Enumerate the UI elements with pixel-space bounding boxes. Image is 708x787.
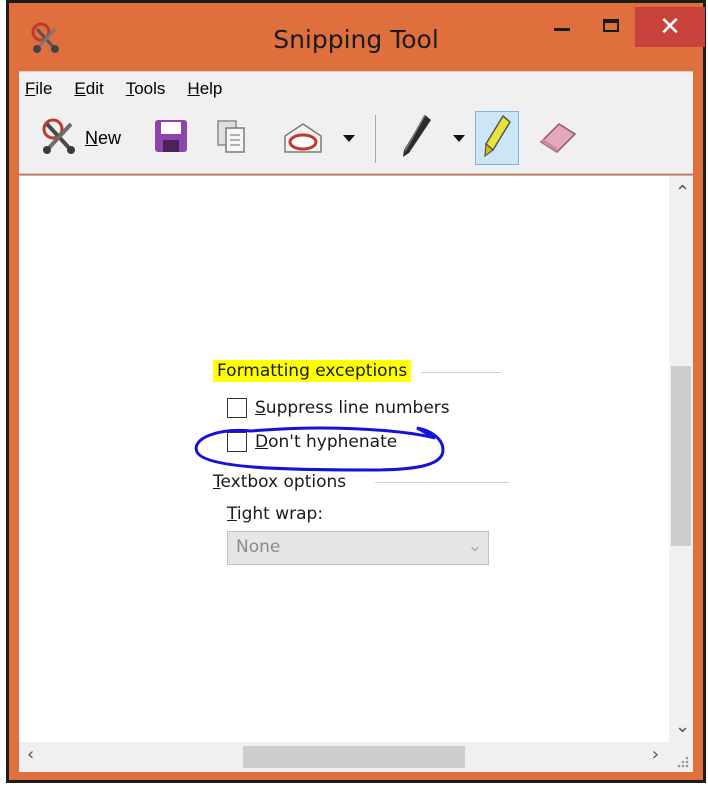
snip-canvas: Formatting exceptions Suppress line numb…: [19, 175, 693, 772]
horizontal-scroll-thumb[interactable]: [243, 746, 465, 768]
copy-icon: [215, 118, 247, 158]
toolbar-separator: [375, 115, 376, 163]
minimize-button[interactable]: [537, 3, 587, 47]
eraser-button[interactable]: [537, 111, 579, 165]
highlighter-icon: [482, 114, 512, 162]
snipping-tool-window: Snipping Tool ✕ File Edit Tools Help New…: [6, 0, 706, 783]
menu-tools[interactable]: Tools: [126, 79, 166, 99]
resize-grip-icon[interactable]: [669, 742, 693, 772]
copy-button[interactable]: [215, 111, 247, 165]
chevron-down-icon: [343, 134, 355, 142]
pen-button[interactable]: [399, 111, 433, 165]
send-snip-button[interactable]: [281, 111, 325, 165]
title-bar[interactable]: Snipping Tool ✕: [9, 3, 705, 69]
vertical-scroll-thumb[interactable]: [671, 366, 691, 546]
send-email-icon: [281, 116, 325, 160]
scroll-right-icon[interactable]: ›: [652, 744, 659, 765]
menu-file[interactable]: File: [25, 79, 52, 99]
toolbar: New: [19, 105, 693, 174]
chevron-down-icon: [453, 134, 465, 142]
close-icon: ✕: [659, 12, 681, 42]
pen-icon: [399, 113, 433, 163]
highlighter-button[interactable]: [475, 111, 519, 165]
scissors-icon: [39, 116, 79, 160]
minimize-icon: [554, 27, 570, 31]
horizontal-scrollbar[interactable]: ‹ ›: [19, 742, 669, 772]
send-snip-dropdown[interactable]: [343, 111, 355, 165]
pen-annotation-circle: [194, 426, 445, 472]
scroll-left-icon[interactable]: ‹: [27, 744, 34, 765]
new-label: New: [85, 127, 122, 148]
scroll-down-icon[interactable]: ⌄: [675, 716, 690, 737]
close-button[interactable]: ✕: [635, 7, 705, 47]
new-snip-button[interactable]: New: [39, 111, 121, 165]
maximize-button[interactable]: [587, 3, 635, 47]
save-button[interactable]: [153, 111, 189, 165]
menu-help[interactable]: Help: [187, 79, 222, 99]
eraser-icon: [537, 118, 579, 158]
scroll-up-icon[interactable]: ⌃: [675, 182, 690, 203]
maximize-icon: [603, 18, 619, 32]
menu-edit[interactable]: Edit: [74, 79, 103, 99]
vertical-scrollbar[interactable]: ⌃ ⌄: [669, 176, 693, 742]
pen-dropdown[interactable]: [453, 111, 465, 165]
menu-bar: File Edit Tools Help: [19, 71, 693, 106]
save-icon: [153, 118, 189, 158]
